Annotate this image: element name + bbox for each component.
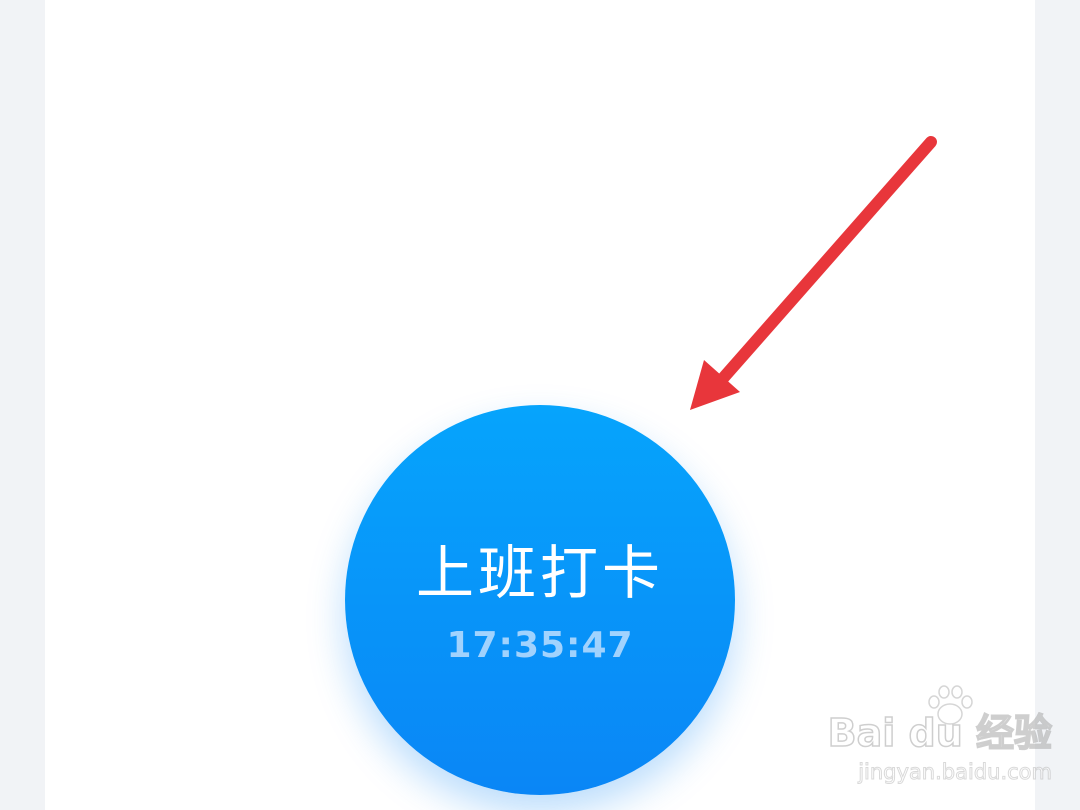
watermark-site: jingyan.baidu.com — [858, 760, 1053, 785]
screen: 上班打卡 17:35:47 Bai du 经验 jingyan.baidu.co… — [0, 0, 1080, 810]
clock-in-label: 上班打卡 — [415, 539, 664, 607]
current-time: 17:35:47 — [446, 625, 634, 666]
baidu-jingyan-watermark: Bai du 经验 jingyan.baidu.com — [827, 684, 1053, 785]
watermark-brand: Bai du 经验 — [827, 710, 1053, 756]
clock-in-button[interactable]: 上班打卡 17:35:47 — [345, 405, 735, 795]
